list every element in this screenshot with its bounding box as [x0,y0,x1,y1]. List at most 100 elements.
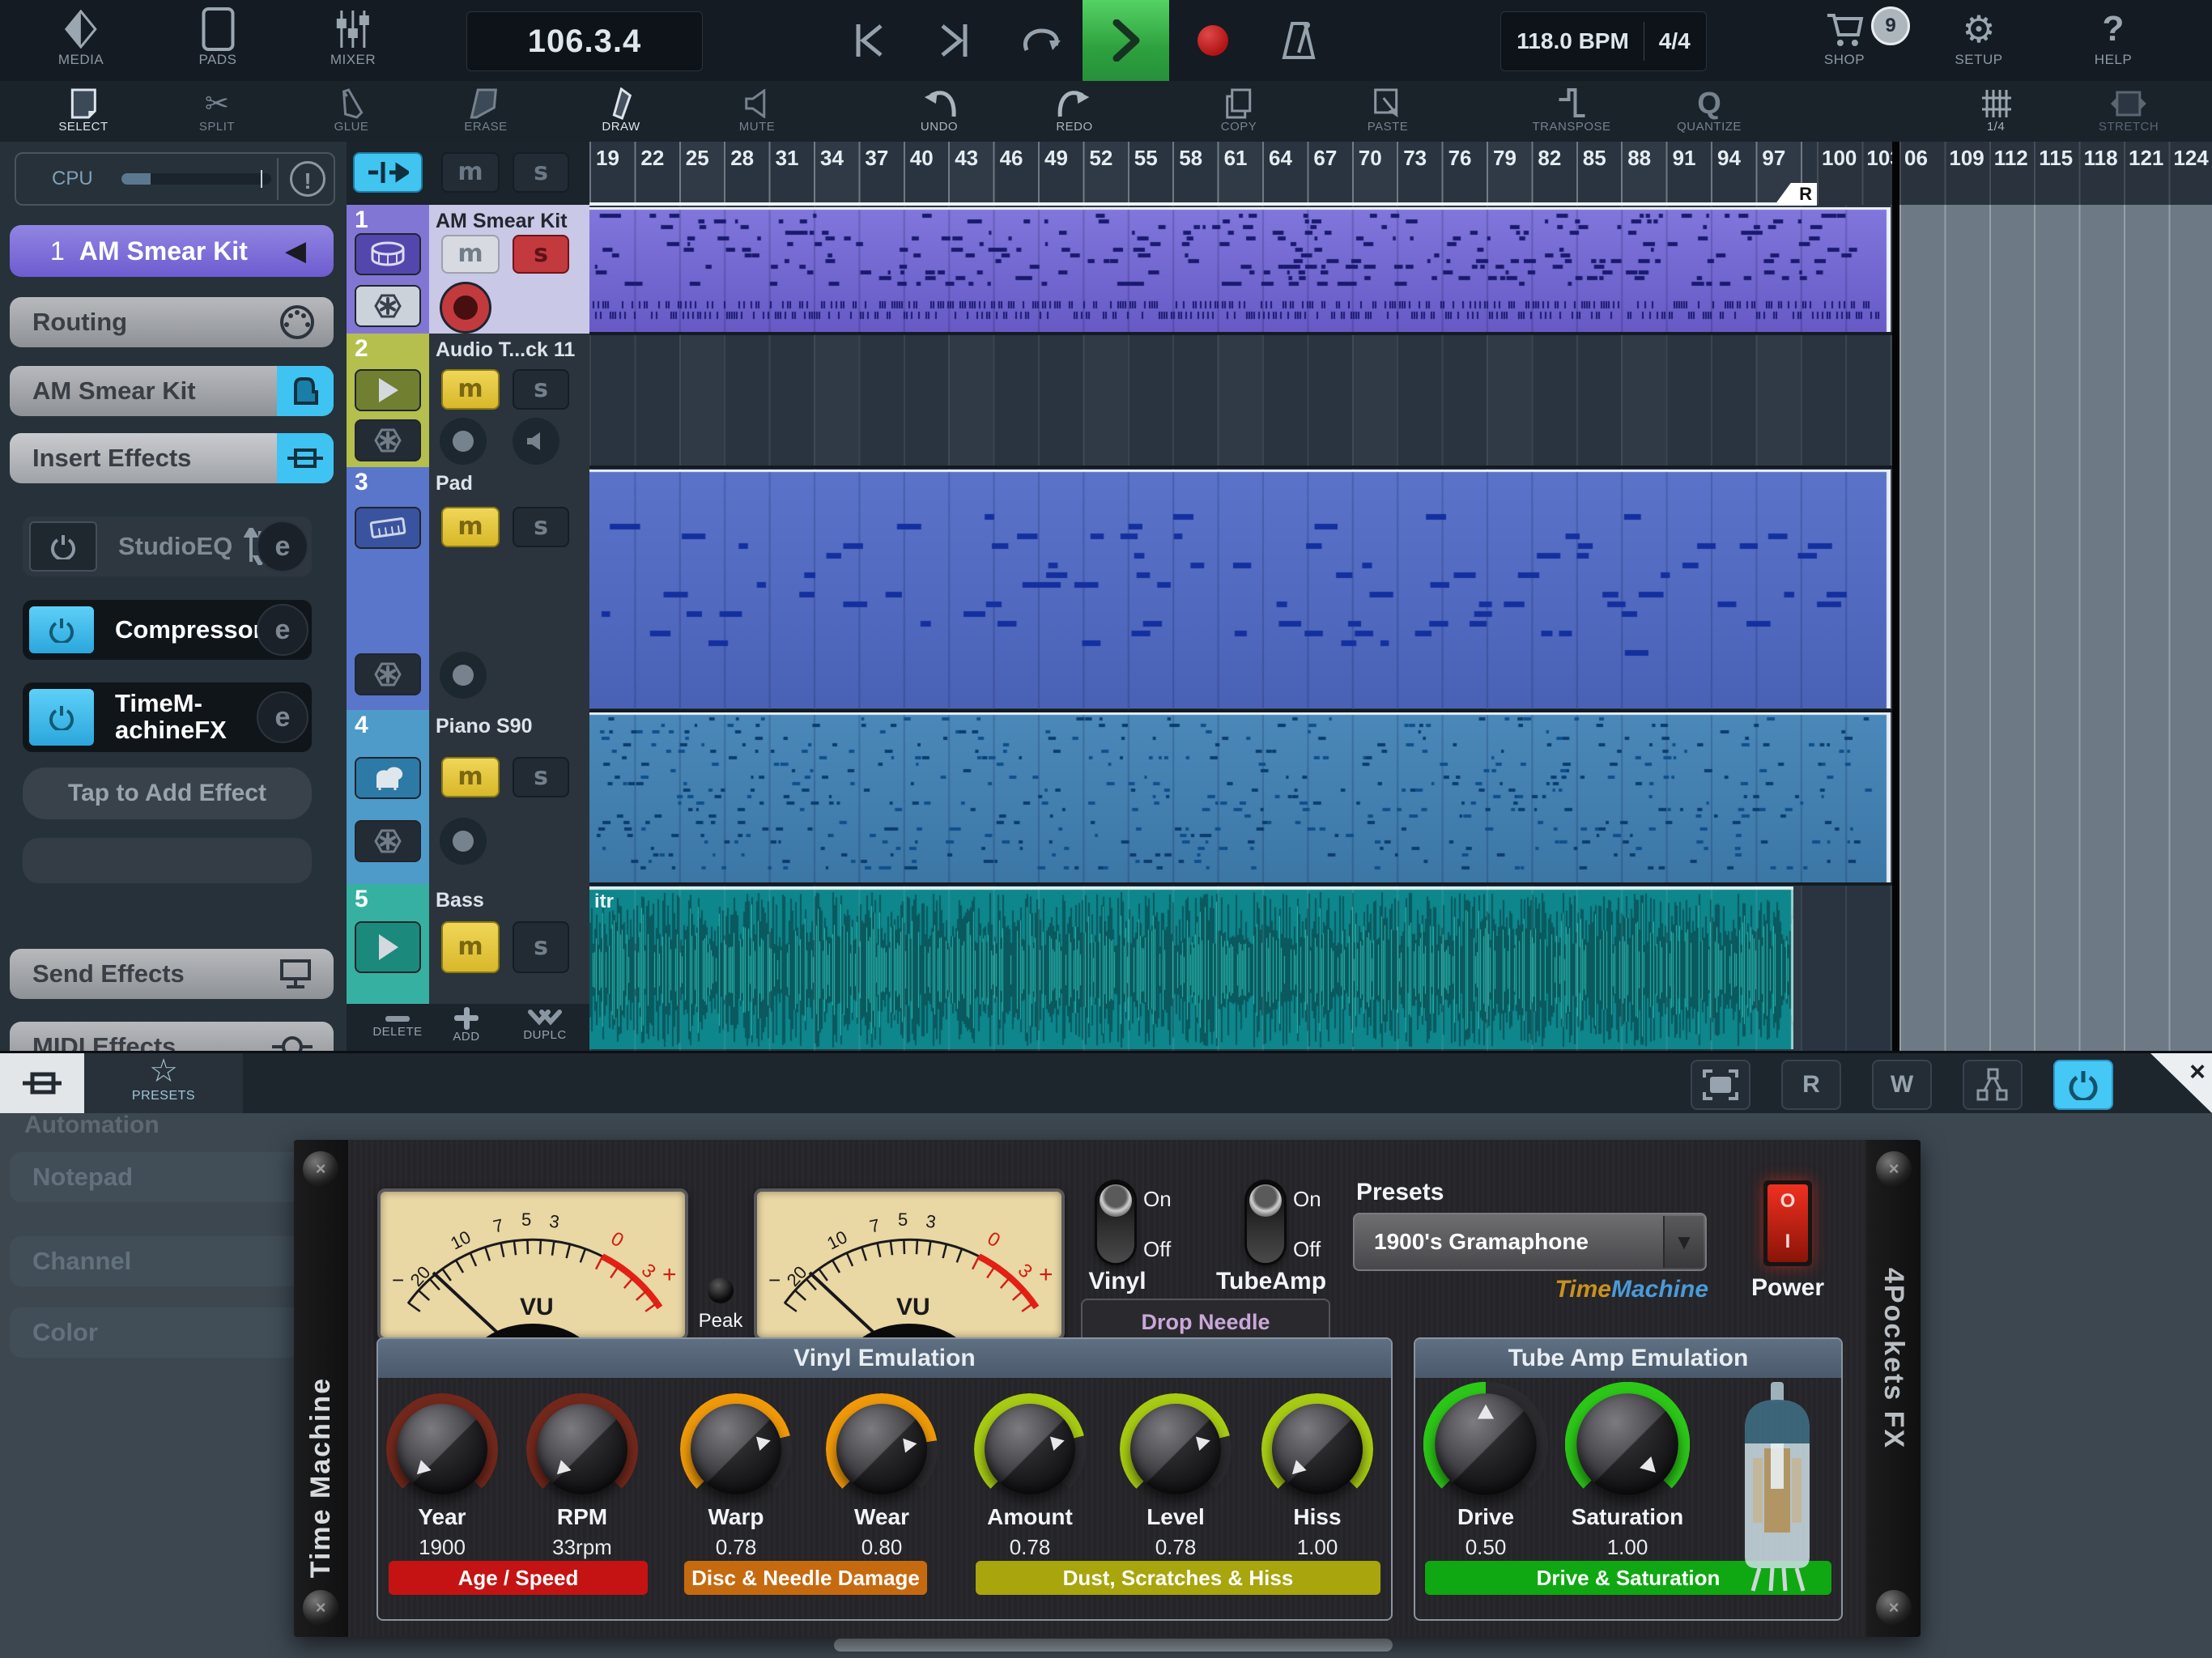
alert-icon[interactable]: ! [290,161,325,197]
mute-button[interactable]: m [441,757,500,797]
quantize-button[interactable]: QQUANTIZE [1677,81,1742,142]
stretch-tool[interactable]: STRETCH [2099,81,2159,142]
undo-button[interactable]: UNDO [921,81,958,142]
glue-tool[interactable]: GLUE [334,81,369,142]
effect-power-button[interactable] [2053,1060,2113,1110]
fullscreen-button[interactable] [1691,1060,1750,1110]
select-tool[interactable]: SELECT [58,81,108,142]
transpose-button[interactable]: TRANSPOSE [1532,81,1610,142]
midi-clip-piano[interactable] [589,712,1891,882]
draw-tool[interactable]: DRAW [602,81,640,142]
routing-nodes-button[interactable] [1963,1060,2023,1110]
timemachine-edit-button[interactable]: e [257,691,308,743]
loop-button[interactable] [1020,0,1062,81]
record-button[interactable] [1197,25,1228,56]
playhead[interactable] [1892,142,1899,1051]
insert-effects-tab[interactable] [277,433,334,483]
timeline-ruler-right[interactable]: 06109112115118121124 [1899,142,2212,205]
timeline-ruler[interactable]: 1922252831343740434649525558616467707376… [589,142,1817,205]
timemachine-power-button[interactable] [29,689,94,746]
insert-effects-tab-active[interactable] [0,1053,84,1113]
automation-read-button[interactable]: R [1781,1060,1841,1110]
track-row[interactable]: 2 Audio T...ck 11 m s [347,334,589,467]
skip-start-button[interactable] [853,0,886,81]
midi-clip-pad[interactable] [589,470,1891,708]
auto-scroll-button[interactable] [353,152,423,193]
audio-clip-bass[interactable] [589,886,1793,1049]
freeze-button[interactable] [355,653,421,695]
automation-write-button[interactable]: W [1872,1060,1932,1110]
knob-warp[interactable] [687,1401,785,1498]
grid-resolution-button[interactable]: 1/4 [1980,81,2011,142]
horizontal-scrollbar[interactable] [834,1639,1393,1652]
mute-button[interactable]: m [441,921,500,973]
audio-track-icon[interactable] [355,369,421,411]
effect-slot-compressor[interactable]: Compressor e [23,600,312,660]
vinyl-toggle[interactable] [1097,1182,1134,1263]
paste-button[interactable]: PASTE [1368,81,1409,142]
tempo-display[interactable]: 118.0 BPM 4/4 [1500,11,1707,71]
knob-hiss[interactable] [1269,1401,1366,1498]
record-arm-button[interactable] [440,818,487,865]
track-row[interactable]: 4 Piano S90 m s [347,710,589,884]
presets-tab[interactable]: ☆ PRESETS [84,1053,243,1113]
empty-effect-slot[interactable] [23,838,312,883]
knob-amount[interactable] [981,1401,1078,1498]
freeze-button[interactable] [355,419,421,461]
copy-button[interactable]: COPY [1221,81,1257,142]
track-selector-button[interactable]: 1 AM Smear Kit ◀ [10,225,334,277]
track-row[interactable]: 5 Bass m s [347,884,589,1004]
close-panel-button[interactable]: × [2150,1053,2212,1113]
record-arm-button[interactable] [440,418,487,465]
studioeq-power-button[interactable] [29,521,97,572]
knob-year[interactable] [393,1401,491,1498]
mute-button[interactable]: m [441,507,500,547]
time-display[interactable]: 106.3.4 [466,11,703,71]
midi-effects-button[interactable]: MIDI Effects [10,1022,334,1051]
freeze-button[interactable] [355,285,421,327]
metronome-button[interactable] [1281,0,1317,81]
audio-track-icon[interactable] [355,921,421,973]
routing-button[interactable]: Routing [10,297,334,347]
global-mute-button[interactable]: m [441,152,500,193]
mixer-button[interactable]: MIXER [330,0,376,81]
compressor-edit-button[interactable]: e [257,604,308,656]
mute-button[interactable]: m [441,235,500,274]
erase-tool[interactable]: ERASE [464,81,507,142]
play-button[interactable] [1083,0,1169,81]
track-row[interactable]: 1 AM Smear Kit m s [347,205,589,334]
solo-button[interactable]: s [513,921,569,973]
skip-end-button[interactable] [938,0,970,81]
monitor-button[interactable] [513,418,559,465]
knob-wear[interactable] [833,1401,930,1498]
redo-button[interactable]: REDO [1056,81,1092,142]
knob-level[interactable] [1127,1401,1224,1498]
solo-button[interactable]: s [513,369,569,410]
studioeq-edit-button[interactable]: e [257,521,308,572]
global-solo-button[interactable]: s [513,152,569,193]
instrument-tab[interactable] [277,366,334,416]
freeze-button[interactable] [355,820,421,862]
shop-button[interactable]: SHOP [1824,0,1865,81]
knob-saturation[interactable] [1573,1390,1682,1499]
record-arm-button[interactable] [440,652,487,699]
pads-button[interactable]: PADS [198,0,236,81]
send-effects-button[interactable]: Send Effects [10,949,334,999]
effect-slot-timemachine[interactable]: TimeM-achineFX e [23,682,312,752]
add-track-button[interactable]: ADD [434,1005,499,1044]
timeline-ruler-dark[interactable]: 100103 [1817,142,1899,205]
power-switch[interactable]: O I [1763,1180,1812,1266]
solo-button[interactable]: s [513,235,569,274]
knob-rpm[interactable] [534,1401,631,1498]
duplicate-track-button[interactable]: DUPLC [508,1005,581,1042]
mute-button[interactable]: m [441,369,500,410]
insert-effects-button[interactable]: Insert Effects [10,433,334,483]
delete-track-button[interactable]: DELETE [361,1005,434,1039]
drum-track-icon[interactable] [355,233,421,275]
instrument-button[interactable]: AM Smear Kit [10,366,334,416]
solo-button[interactable]: s [513,757,569,797]
compressor-power-button[interactable] [29,606,94,653]
track-row[interactable]: 3 Pad m s [347,467,589,710]
knob-drive[interactable] [1431,1390,1540,1499]
preset-dropdown[interactable]: 1900's Gramaphone ▼ [1353,1213,1707,1271]
